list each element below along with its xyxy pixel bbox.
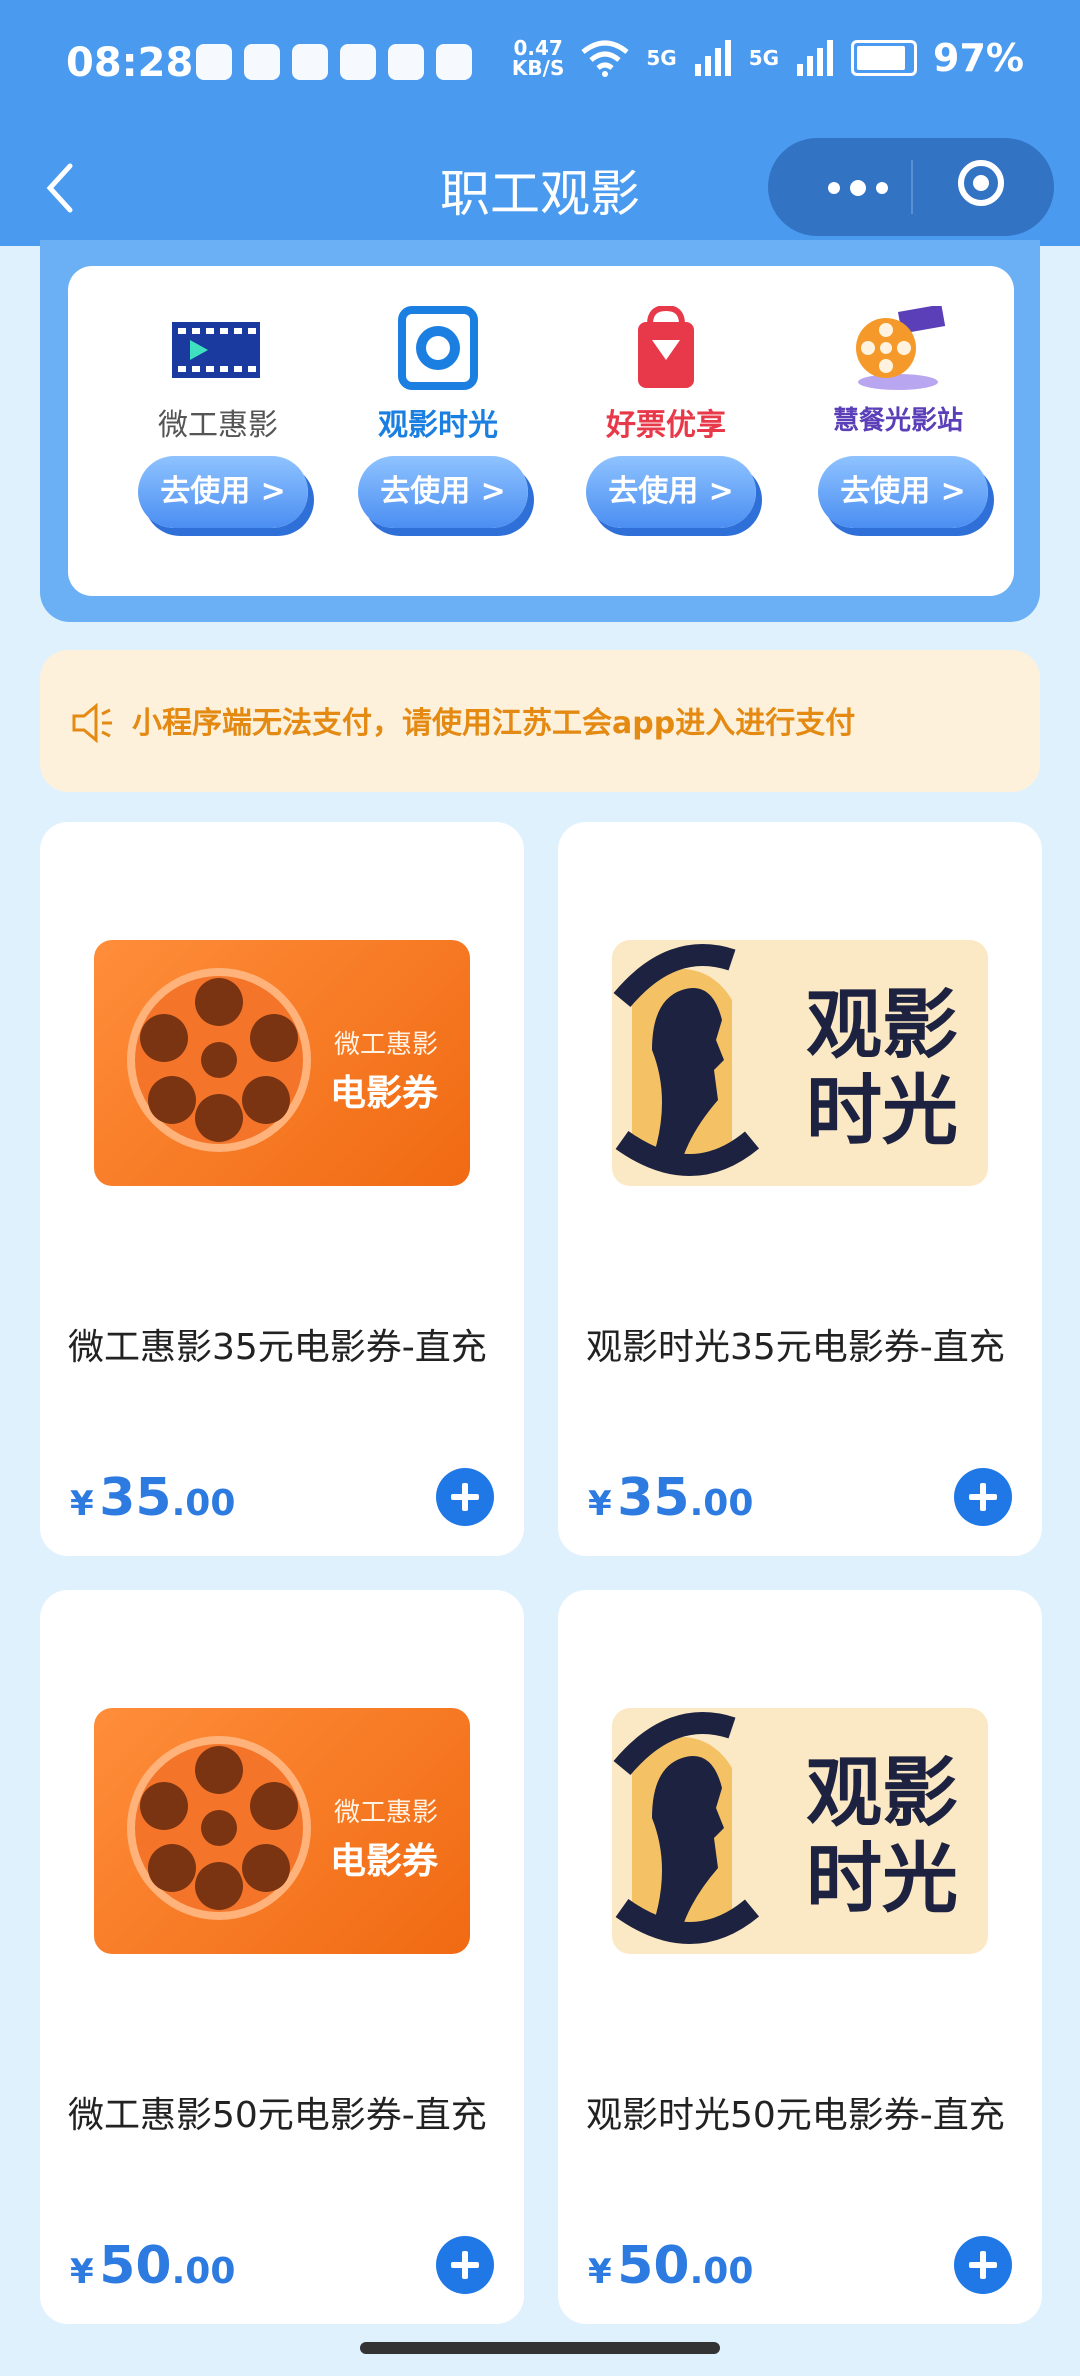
brand-weigonghuiying[interactable]: 微工惠影 去使用 >	[108, 266, 328, 596]
battery-icon	[851, 40, 918, 76]
product-title: 观影时光50元电影券-直充	[586, 2095, 1005, 2136]
brand-name: 慧餐光影站	[832, 406, 963, 436]
nav-bar: 职工观影	[0, 128, 1080, 246]
product-title: 微工惠影50元电影券-直充	[68, 2095, 487, 2136]
product-title: 观影时光35元电影券-直充	[586, 1327, 1005, 1368]
product-price: ¥ 35.00	[588, 1468, 754, 1528]
product-image: 微工惠影 电影券	[94, 940, 470, 1186]
miniprogram-capsule	[768, 138, 1054, 236]
use-button[interactable]: 去使用 >	[358, 456, 528, 528]
net-speed: 0.47 KB/S	[511, 36, 565, 80]
use-button[interactable]: 去使用 >	[818, 456, 988, 528]
thumb-brand-text: 观影 时光	[806, 1748, 958, 1923]
signal-icon	[694, 40, 731, 76]
top-bar: 08:28 0.47 KB/S 5G 5G 97% 职工观影	[0, 0, 1080, 246]
capsule-divider	[911, 160, 913, 214]
camera-icon	[398, 306, 478, 390]
thumb-label: 电影券	[329, 1073, 438, 1114]
target-circle-icon[interactable]	[958, 160, 1004, 206]
app-notification-icon	[196, 44, 232, 80]
status-right: 0.47 KB/S 5G 5G 97%	[512, 36, 1024, 80]
product-image: 观影 时光	[612, 1708, 988, 1954]
product-image: 微工惠影 电影券	[94, 1708, 470, 1954]
battery-level: 97%	[933, 36, 1024, 80]
brand-panel: 微工惠影 去使用 > 观影时光 去使用 > 好票优享 去使用 > 慧餐光影站 去	[68, 266, 1014, 596]
add-to-cart-icon[interactable]	[954, 2236, 1012, 2294]
notice-text: 小程序端无法支付，请使用江苏工会app进入进行支付	[132, 706, 856, 741]
thumb-brand: 微工惠影	[333, 1030, 438, 1060]
signal-label-1: 5G	[646, 46, 677, 70]
product-image: 观影 时光	[612, 940, 988, 1186]
payment-notice: 小程序端无法支付，请使用江苏工会app进入进行支付	[40, 650, 1040, 792]
notification-icons	[196, 44, 472, 80]
speaker-icon	[72, 702, 112, 744]
film-reel-icon	[127, 968, 311, 1152]
product-card[interactable]: 观影 时光 观影时光50元电影券-直充 ¥ 50.00	[558, 1590, 1042, 2324]
product-price: ¥ 50.00	[70, 2236, 236, 2296]
film-reel-icon	[127, 1736, 311, 1920]
profile-film-icon	[613, 944, 760, 1176]
more-dots-icon[interactable]	[808, 168, 908, 208]
product-price: ¥ 35.00	[70, 1468, 236, 1528]
film-reel-icon	[856, 306, 946, 390]
signal-label-2: 5G	[748, 46, 780, 70]
shopping-bag-icon	[638, 306, 694, 388]
brand-name: 观影时光	[378, 408, 498, 443]
status-time: 08:28	[66, 40, 194, 86]
product-price: ¥ 50.00	[588, 2236, 754, 2296]
thumb-brand-text: 观影 时光	[806, 980, 958, 1155]
use-button[interactable]: 去使用 >	[138, 456, 308, 528]
signal-icon	[797, 40, 834, 76]
film-icon	[172, 322, 260, 378]
brand-name: 好票优享	[606, 408, 726, 443]
home-indicator[interactable]	[360, 2342, 720, 2354]
wifi-icon	[581, 40, 629, 77]
thumb-brand: 微工惠影	[333, 1798, 438, 1828]
product-title: 微工惠影35元电影券-直充	[68, 1327, 487, 1368]
app-notification-icon	[388, 44, 424, 80]
app-notification-icon	[292, 44, 328, 80]
brand-huicanguangyingzhan[interactable]: 慧餐光影站 去使用 >	[788, 266, 1008, 596]
brand-name: 微工惠影	[158, 408, 278, 443]
product-card[interactable]: 观影 时光 观影时光35元电影券-直充 ¥ 35.00	[558, 822, 1042, 1556]
add-to-cart-icon[interactable]	[436, 1468, 494, 1526]
use-button[interactable]: 去使用 >	[586, 456, 756, 528]
product-card[interactable]: 微工惠影 电影券 微工惠影35元电影券-直充 ¥ 35.00	[40, 822, 524, 1556]
profile-film-icon	[613, 1712, 760, 1944]
add-to-cart-icon[interactable]	[436, 2236, 494, 2294]
brand-haopiaoyouxiang[interactable]: 好票优享 去使用 >	[556, 266, 776, 596]
product-card[interactable]: 微工惠影 电影券 微工惠影50元电影券-直充 ¥ 50.00	[40, 1590, 524, 2324]
thumb-label: 电影券	[329, 1841, 438, 1882]
add-to-cart-icon[interactable]	[954, 1468, 1012, 1526]
app-notification-icon	[436, 44, 472, 80]
app-notification-icon	[244, 44, 280, 80]
brand-guanyingshiguang[interactable]: 观影时光 去使用 >	[328, 266, 548, 596]
status-bar: 08:28 0.47 KB/S 5G 5G 97%	[0, 0, 1080, 128]
app-notification-icon	[340, 44, 376, 80]
